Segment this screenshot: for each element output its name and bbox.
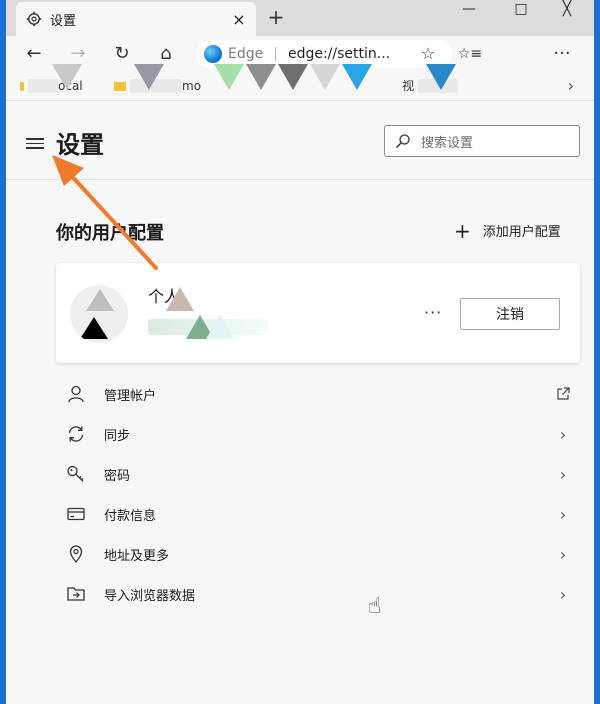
hand-cursor-icon: ☝: [368, 594, 382, 619]
more-options-button[interactable]: ···: [548, 40, 576, 68]
chevron-right-icon: ›: [559, 424, 567, 444]
redaction-mark: [214, 64, 244, 90]
close-window-button[interactable]: ╳: [544, 0, 590, 20]
person-icon: [68, 385, 84, 403]
back-button[interactable]: ←: [20, 40, 48, 68]
sync-icon: [68, 426, 84, 442]
menu-item-passwords[interactable]: 密码 ›: [56, 454, 580, 494]
menu-item-payment[interactable]: 付款信息 ›: [56, 494, 580, 534]
profile-section-title: 你的用户配置: [56, 223, 164, 244]
location-pin-icon: [69, 545, 83, 564]
menu-item-sync[interactable]: 同步 ›: [56, 414, 580, 454]
favorite-label: 视: [402, 79, 415, 93]
menu-item-label: 付款信息: [104, 508, 157, 524]
menu-item-label: 密码: [104, 468, 131, 484]
favorites-list-button[interactable]: ☆≡: [456, 40, 484, 68]
browser-window: 设置 × + — □ ╳ ← → ↻ ⌂ Edge | edge://setti…: [0, 0, 600, 704]
menu-item-import-data[interactable]: 导入浏览器数据 ›: [56, 574, 580, 614]
search-input[interactable]: 搜索设置: [384, 125, 580, 157]
folder-icon: [114, 81, 126, 91]
page-title: 设置: [56, 131, 104, 159]
profile-card: 个人 ··· 注销: [56, 263, 580, 363]
favorite-label: mo: [182, 79, 202, 93]
signout-button[interactable]: 注销: [460, 298, 560, 330]
edge-logo-icon: [204, 45, 222, 63]
redaction-mark: [52, 64, 82, 90]
tab-settings[interactable]: 设置 ×: [16, 2, 256, 36]
menu-item-label: 导入浏览器数据: [104, 588, 196, 604]
menu-item-label: 同步: [104, 428, 131, 444]
add-profile-button[interactable]: + 添加用户配置: [454, 218, 561, 243]
chevron-right-icon: ›: [559, 504, 567, 524]
menu-item-label: 管理帐户: [104, 388, 157, 404]
add-profile-label: 添加用户配置: [482, 225, 561, 240]
redaction-mark: [166, 287, 234, 339]
chevron-right-icon: ›: [559, 464, 567, 484]
chevron-right-icon: ›: [559, 544, 567, 564]
settings-header: 设置 搜索设置: [6, 101, 594, 180]
redaction-mark: [246, 64, 276, 90]
redaction-mark: [310, 64, 340, 90]
tab-title: 设置: [50, 13, 77, 29]
refresh-button[interactable]: ↻: [108, 40, 136, 68]
redaction-mark: [278, 64, 308, 90]
tab-close-icon[interactable]: ×: [228, 10, 250, 29]
address-separator: |: [273, 46, 278, 62]
profile-more-options-button[interactable]: ···: [424, 303, 442, 322]
hamburger-menu-icon[interactable]: [26, 135, 44, 152]
favorites-bar: ocal mo 视 ›: [6, 64, 594, 101]
plus-icon: +: [454, 218, 471, 243]
import-folder-icon: [67, 587, 85, 601]
avatar-image: [70, 285, 128, 343]
key-icon: [67, 465, 84, 482]
settings-page: 设置 搜索设置 你的用户配置 + 添加用户配置 个人 ··· 注销 管理帐户 同…: [6, 101, 594, 704]
new-tab-button[interactable]: +: [264, 6, 288, 30]
gear-icon: [26, 11, 42, 27]
folder-icon: [20, 81, 24, 91]
menu-item-addresses[interactable]: 地址及更多 ›: [56, 534, 580, 574]
search-icon: [395, 134, 410, 149]
title-bar: 设置 × + — □ ╳: [6, 0, 594, 36]
menu-item-label: 地址及更多: [104, 548, 170, 564]
minimize-button[interactable]: —: [446, 0, 492, 20]
menu-item-manage-account[interactable]: 管理帐户: [56, 374, 580, 414]
maximize-button[interactable]: □: [498, 0, 544, 20]
redaction-mark: [426, 64, 456, 90]
redaction-mark: [134, 64, 164, 90]
redaction-mark: [342, 64, 372, 90]
search-placeholder: 搜索设置: [421, 135, 474, 151]
avatar: [70, 285, 128, 343]
profile-settings-list: 管理帐户 同步 › 密码 › 付款信息 › 地址及更多 › 导入浏览器数据 ›: [56, 374, 580, 614]
external-link-icon: [557, 387, 570, 400]
favorites-overflow-chevron-icon[interactable]: ›: [568, 76, 574, 95]
address-site-label: Edge: [228, 46, 264, 62]
window-right-border: [594, 0, 600, 704]
chevron-right-icon: ›: [559, 584, 567, 604]
credit-card-icon: [67, 507, 85, 521]
address-url: edge://settin...: [287, 46, 391, 62]
